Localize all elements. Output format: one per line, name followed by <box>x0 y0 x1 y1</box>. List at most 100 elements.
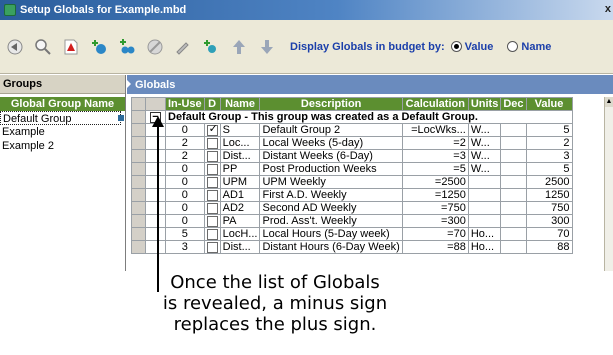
default-checkbox[interactable] <box>206 137 218 149</box>
column-header-description[interactable]: Description <box>259 97 403 111</box>
add-group-icon[interactable] <box>116 36 138 58</box>
group-item[interactable]: Example <box>0 125 125 139</box>
cell-units[interactable]: W... <box>467 149 502 163</box>
cell-units[interactable]: W... <box>467 123 502 137</box>
cell-dec[interactable] <box>500 123 527 137</box>
cell-d[interactable] <box>203 123 221 137</box>
cell-description[interactable]: Prod. Ass't. Weekly <box>259 214 403 228</box>
group-item[interactable]: Example 2 <box>0 139 125 153</box>
value-radio-label[interactable]: Value <box>465 41 494 53</box>
cell-dec[interactable] <box>500 188 527 202</box>
cell-calculation[interactable]: =300 <box>401 214 469 228</box>
column-header-value[interactable]: Value <box>525 97 573 111</box>
table-row[interactable]: 3 Dist... Distant Hours (6-Day Week) =88 Ho.… <box>131 240 573 254</box>
cell-d[interactable] <box>203 201 221 215</box>
group-name-column-header[interactable]: Global Group Name <box>0 97 125 111</box>
value-radio[interactable] <box>450 41 462 52</box>
cell-name[interactable]: AD2 <box>219 201 261 215</box>
name-radio[interactable] <box>507 41 519 52</box>
cell-description[interactable]: Default Group 2 <box>259 123 403 137</box>
default-checkbox[interactable] <box>206 202 218 214</box>
cell-units[interactable] <box>467 175 502 189</box>
cell-description[interactable]: Second AD Weekly <box>259 201 403 215</box>
default-checkbox[interactable] <box>206 228 218 240</box>
cell-units[interactable] <box>467 201 502 215</box>
cell-description[interactable]: Local Weeks (5-day) <box>259 136 403 150</box>
splitter-arrow-icon[interactable] <box>127 79 131 89</box>
cell-name[interactable]: Dist... <box>219 149 261 163</box>
cell-description[interactable]: First A.D. Weekly <box>259 188 403 202</box>
cell-description[interactable]: Distant Hours (6-Day Week) <box>259 240 403 254</box>
cell-units[interactable] <box>467 188 502 202</box>
cell-calculation[interactable]: =88 <box>401 240 469 254</box>
cell-d[interactable] <box>203 240 221 254</box>
scroll-up-icon[interactable]: ▲ <box>605 97 613 107</box>
cell-dec[interactable] <box>500 201 527 215</box>
delete-icon[interactable] <box>144 36 166 58</box>
default-checkbox[interactable] <box>206 189 218 201</box>
cell-description[interactable]: Local Hours (5-Day week) <box>259 227 403 241</box>
cell-units[interactable]: Ho... <box>467 227 502 241</box>
default-checkbox[interactable] <box>206 125 218 136</box>
table-row[interactable]: 0 PA Prod. Ass't. Weekly =300 300 <box>131 214 573 228</box>
cell-calculation[interactable]: =2 <box>401 136 469 150</box>
cell-d[interactable] <box>203 136 221 150</box>
pdf-icon[interactable] <box>60 36 82 58</box>
cell-calculation[interactable]: =1250 <box>401 188 469 202</box>
back-icon[interactable] <box>4 36 26 58</box>
table-row[interactable]: 0 UPM UPM Weekly =2500 2500 <box>131 175 573 189</box>
cell-name[interactable]: PP <box>219 162 261 176</box>
cell-name[interactable]: Dist... <box>219 240 261 254</box>
cell-d[interactable] <box>203 175 221 189</box>
cell-calculation[interactable]: =70 <box>401 227 469 241</box>
cell-units[interactable]: W... <box>467 136 502 150</box>
cell-calculation[interactable]: =2500 <box>401 175 469 189</box>
cell-dec[interactable] <box>500 227 527 241</box>
cell-name[interactable]: UPM <box>219 175 261 189</box>
default-checkbox[interactable] <box>206 176 218 188</box>
cell-units[interactable] <box>467 214 502 228</box>
default-checkbox[interactable] <box>206 163 218 175</box>
group-item[interactable]: Default Group <box>0 111 124 125</box>
cell-dec[interactable] <box>500 214 527 228</box>
cell-name[interactable]: LocH... <box>219 227 261 241</box>
name-radio-label[interactable]: Name <box>521 41 551 53</box>
cell-description[interactable]: Distant Weeks (6-Day) <box>259 149 403 163</box>
cell-description[interactable]: UPM Weekly <box>259 175 403 189</box>
cell-name[interactable]: PA <box>219 214 261 228</box>
column-header-units[interactable]: Units <box>467 97 502 111</box>
cell-dec[interactable] <box>500 240 527 254</box>
column-header-name[interactable]: Name <box>219 97 261 111</box>
vertical-scrollbar[interactable]: ▲ <box>604 97 613 271</box>
move-up-icon[interactable] <box>228 36 250 58</box>
cell-dec[interactable] <box>500 149 527 163</box>
group-row[interactable]: − Default Group - This group was created… <box>131 110 573 124</box>
cell-dec[interactable] <box>500 175 527 189</box>
cell-name[interactable]: AD1 <box>219 188 261 202</box>
cell-calculation[interactable]: =LocWks... <box>401 123 469 137</box>
move-down-icon[interactable] <box>256 36 278 58</box>
cell-name[interactable]: S <box>219 123 261 137</box>
close-icon[interactable]: x <box>605 3 611 15</box>
cell-d[interactable] <box>203 227 221 241</box>
column-header-calculation[interactable]: Calculation <box>401 97 469 111</box>
search-icon[interactable] <box>32 36 54 58</box>
cell-d[interactable] <box>203 162 221 176</box>
default-checkbox[interactable] <box>206 150 218 162</box>
add-global-icon[interactable] <box>88 36 110 58</box>
table-row[interactable]: 2 Dist... Distant Weeks (6-Day) =3 W... 3 <box>131 149 573 163</box>
cell-description[interactable]: Post Production Weeks <box>259 162 403 176</box>
column-header-dec[interactable]: Dec <box>500 97 527 111</box>
sort-icon[interactable] <box>200 36 222 58</box>
table-row[interactable]: 0 AD2 Second AD Weekly =750 750 <box>131 201 573 215</box>
edit-icon[interactable] <box>172 36 194 58</box>
cell-name[interactable]: Loc... <box>219 136 261 150</box>
table-row[interactable]: 5 LocH... Local Hours (5-Day week) =70 Ho...… <box>131 227 573 241</box>
cell-d[interactable] <box>203 214 221 228</box>
cell-d[interactable] <box>203 149 221 163</box>
default-checkbox[interactable] <box>206 215 218 227</box>
cell-d[interactable] <box>203 188 221 202</box>
cell-dec[interactable] <box>500 162 527 176</box>
cell-calculation[interactable]: =5 <box>401 162 469 176</box>
cell-units[interactable]: W... <box>467 162 502 176</box>
